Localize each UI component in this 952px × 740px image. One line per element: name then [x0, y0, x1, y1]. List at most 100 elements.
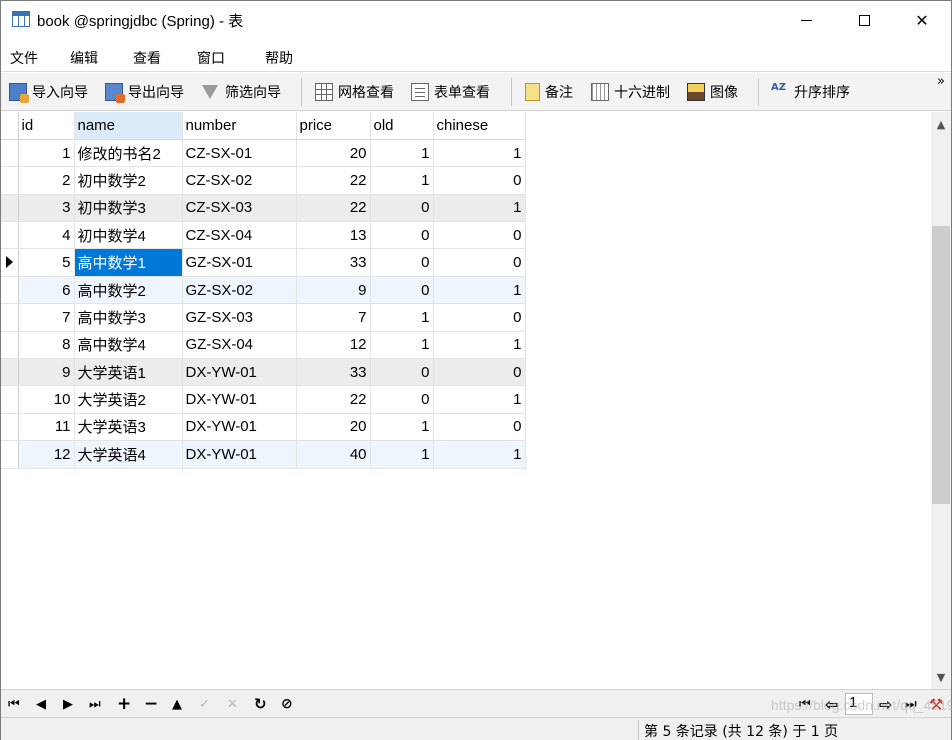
cell-old[interactable]: 0 [370, 194, 433, 221]
row-indicator[interactable] [1, 249, 18, 276]
row-indicator[interactable] [1, 413, 18, 440]
menu-edit[interactable]: 编辑 [70, 48, 98, 68]
cell-old[interactable]: 1 [370, 441, 433, 468]
table-row[interactable]: 12大学英语4DX-YW-014011 [1, 441, 525, 468]
cell-id[interactable]: 2 [18, 167, 74, 194]
column-header-old[interactable]: old [370, 112, 433, 139]
cell-old[interactable]: 1 [370, 331, 433, 358]
cell-name[interactable]: 大学英语2 [74, 386, 182, 413]
cell-chinese[interactable]: 0 [433, 359, 525, 386]
cell-id[interactable]: 3 [18, 194, 74, 221]
cell-chinese[interactable]: 1 [433, 441, 525, 468]
table-row[interactable]: 11大学英语3DX-YW-012010 [1, 413, 525, 440]
export-wizard-button[interactable]: 导出向导 [105, 81, 184, 103]
cell-number[interactable]: CZ-SX-03 [182, 194, 296, 221]
scroll-up-icon[interactable]: ▲ [931, 114, 951, 134]
table-row[interactable]: 4初中数学4CZ-SX-041300 [1, 222, 525, 249]
cell-id[interactable]: 5 [18, 249, 74, 276]
table-row[interactable]: 2初中数学2CZ-SX-022210 [1, 167, 525, 194]
close-button[interactable]: ✕ [893, 1, 951, 40]
cell-number[interactable]: GZ-SX-02 [182, 276, 296, 303]
row-indicator[interactable] [1, 194, 18, 221]
column-header-chinese[interactable]: chinese [433, 112, 525, 139]
cell-old[interactable]: 1 [370, 139, 433, 166]
cell-chinese[interactable]: 1 [433, 386, 525, 413]
cell-number[interactable]: DX-YW-01 [182, 441, 296, 468]
prev-record-button[interactable]: ◀ [36, 695, 46, 713]
cell-id[interactable]: 4 [18, 222, 74, 249]
cell-number[interactable]: DX-YW-01 [182, 359, 296, 386]
menu-file[interactable]: 文件 [10, 48, 38, 68]
cell-price[interactable]: 22 [296, 167, 370, 194]
cell-number[interactable]: DX-YW-01 [182, 413, 296, 440]
cell-price[interactable]: 33 [296, 249, 370, 276]
cell-price[interactable]: 9 [296, 276, 370, 303]
cell-price[interactable]: 20 [296, 139, 370, 166]
row-indicator[interactable] [1, 276, 18, 303]
row-indicator[interactable] [1, 441, 18, 468]
cell-price[interactable]: 13 [296, 222, 370, 249]
data-grid[interactable]: id name number price old chinese 1修改的书名2… [1, 112, 931, 689]
row-indicator[interactable] [1, 304, 18, 331]
toolbar-overflow-button[interactable]: » [937, 75, 945, 89]
cell-name[interactable]: 初中数学2 [74, 167, 182, 194]
delete-record-button[interactable]: − [144, 695, 158, 713]
post-record-button[interactable]: ▲ [172, 695, 182, 713]
cell-name[interactable]: 高中数学3 [74, 304, 182, 331]
cell-number[interactable]: GZ-SX-04 [182, 331, 296, 358]
row-indicator[interactable] [1, 359, 18, 386]
row-indicator[interactable] [1, 139, 18, 166]
cell-id[interactable]: 8 [18, 331, 74, 358]
filter-wizard-button[interactable]: 筛选向导 [202, 81, 281, 103]
cell-old[interactable]: 0 [370, 359, 433, 386]
cell-old[interactable]: 0 [370, 249, 433, 276]
row-indicator[interactable] [1, 222, 18, 249]
cell-chinese[interactable]: 1 [433, 139, 525, 166]
note-button[interactable]: 备注 [525, 81, 573, 103]
row-indicator[interactable] [1, 331, 18, 358]
add-record-button[interactable]: + [117, 695, 131, 713]
column-header-id[interactable]: id [18, 112, 74, 139]
cell-chinese[interactable]: 0 [433, 167, 525, 194]
cell-id[interactable]: 10 [18, 386, 74, 413]
vertical-scrollbar[interactable]: ▲ ▼ [931, 112, 951, 689]
scrollbar-thumb[interactable] [932, 226, 950, 504]
sort-ascending-button[interactable]: AZ 升序排序 [771, 81, 850, 103]
table-row[interactable]: 5高中数学1GZ-SX-013300 [1, 249, 525, 276]
table-row[interactable]: 6高中数学2GZ-SX-02901 [1, 276, 525, 303]
table-row[interactable]: 7高中数学3GZ-SX-03710 [1, 304, 525, 331]
cancel-changes-button[interactable]: ✕ [227, 695, 238, 713]
cell-chinese[interactable]: 0 [433, 222, 525, 249]
cell-number[interactable]: DX-YW-01 [182, 386, 296, 413]
table-row[interactable]: 9大学英语1DX-YW-013300 [1, 359, 525, 386]
cell-number[interactable]: GZ-SX-01 [182, 249, 296, 276]
cell-number[interactable]: CZ-SX-01 [182, 139, 296, 166]
column-header-name[interactable]: name [74, 112, 182, 139]
grid-view-button[interactable]: 网格查看 [315, 81, 394, 103]
next-record-button[interactable]: ▶ [63, 695, 73, 713]
cell-id[interactable]: 6 [18, 276, 74, 303]
cell-number[interactable]: GZ-SX-03 [182, 304, 296, 331]
cell-price[interactable]: 22 [296, 386, 370, 413]
column-header-number[interactable]: number [182, 112, 296, 139]
cell-chinese[interactable]: 1 [433, 331, 525, 358]
cell-old[interactable]: 0 [370, 276, 433, 303]
table-row[interactable]: 1修改的书名2CZ-SX-012011 [1, 139, 525, 166]
cell-name[interactable]: 高中数学4 [74, 331, 182, 358]
menu-view[interactable]: 查看 [133, 48, 161, 68]
menu-window[interactable]: 窗口 [197, 48, 225, 68]
cell-name[interactable]: 大学英语1 [74, 359, 182, 386]
cell-name[interactable]: 初中数学4 [74, 222, 182, 249]
cell-name[interactable]: 高中数学2 [74, 276, 182, 303]
table-row[interactable]: 8高中数学4GZ-SX-041211 [1, 331, 525, 358]
row-indicator[interactable] [1, 167, 18, 194]
apply-changes-button[interactable]: ✓ [199, 695, 210, 713]
menu-help[interactable]: 帮助 [265, 48, 293, 68]
cell-name[interactable]: 修改的书名2 [74, 139, 182, 166]
row-indicator[interactable] [1, 386, 18, 413]
cell-number[interactable]: CZ-SX-02 [182, 167, 296, 194]
cell-name[interactable]: 大学英语3 [74, 413, 182, 440]
hex-button[interactable]: 十六进制 [591, 81, 670, 103]
cell-id[interactable]: 9 [18, 359, 74, 386]
last-record-button[interactable]: ⏭ [89, 695, 101, 713]
